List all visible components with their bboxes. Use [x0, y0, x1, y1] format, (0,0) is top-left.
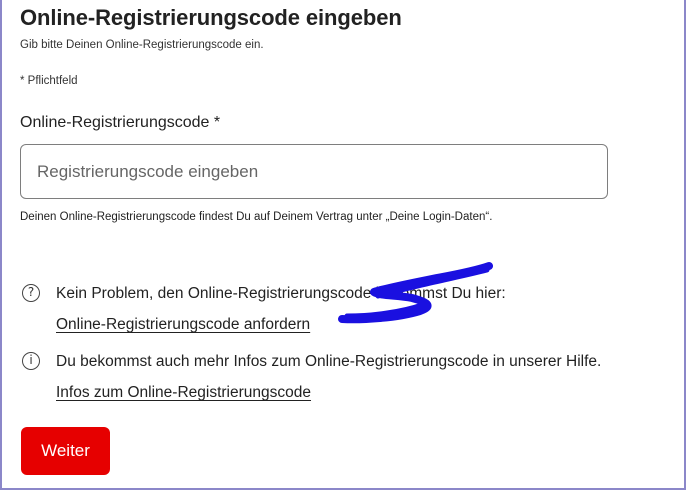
registration-code-input[interactable]: [20, 144, 608, 199]
page-frame: Online-Registrierungscode eingeben Gib b…: [0, 0, 686, 490]
registration-code-label: Online-Registrierungscode *: [20, 114, 221, 131]
registration-code-hint: Deinen Online-Registrierungscode findest…: [20, 211, 493, 223]
help-info-text: Du bekommst auch mehr Infos zum Online-R…: [56, 353, 602, 370]
request-code-link[interactable]: Online-Registrierungscode anfordern: [56, 316, 310, 334]
info-circle-icon: i: [22, 352, 40, 370]
page-subtitle: Gib bitte Deinen Online-Registrierungsco…: [20, 39, 264, 51]
arrow-annotation-icon: [338, 262, 493, 324]
continue-button[interactable]: Weiter: [21, 427, 110, 475]
question-circle-icon: ?: [22, 284, 40, 302]
page-title: Online-Registrierungscode eingeben: [20, 5, 402, 30]
request-code-text: Kein Problem, den Online-Registrierungsc…: [56, 285, 506, 302]
required-field-note: * Pflichtfeld: [20, 75, 78, 87]
help-info-link[interactable]: Infos zum Online-Registrierungscode: [56, 384, 311, 402]
